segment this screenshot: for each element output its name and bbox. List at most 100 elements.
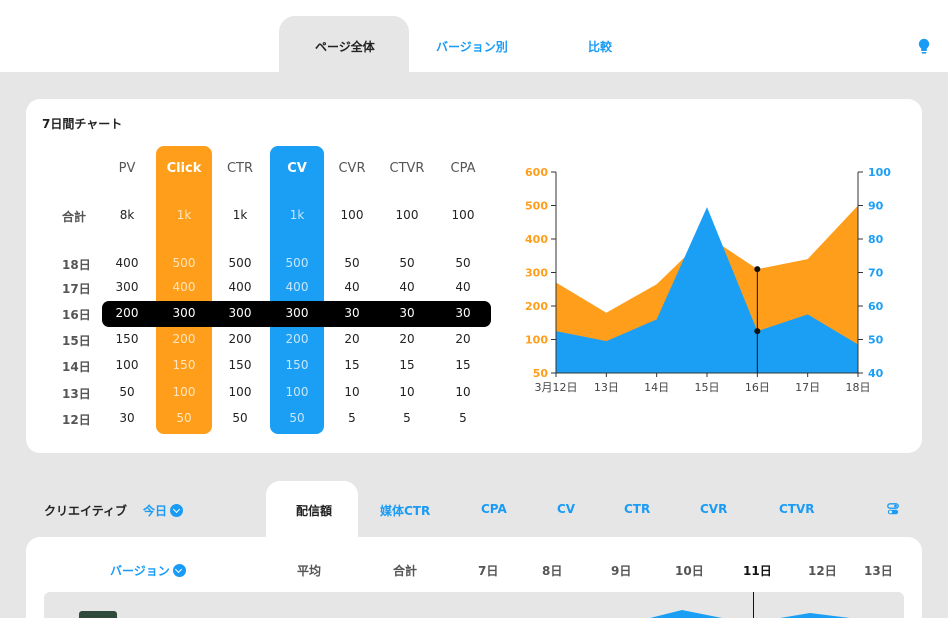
lightbulb-icon[interactable]	[918, 38, 930, 58]
area-chart: 50 100 200 300 400 500 600 40 50 60 70 80 90 100 3月12日…	[525, 166, 891, 394]
table-cell: 40	[455, 280, 471, 294]
row-day-label: 15日	[62, 334, 91, 348]
table-cell: 10	[399, 385, 415, 399]
column-header[interactable]: CPA	[433, 161, 493, 176]
header-day[interactable]: 12日	[808, 562, 837, 579]
total-cell: 1k	[176, 208, 192, 222]
header-day[interactable]: 10日	[675, 562, 704, 579]
row-day-label: 16日	[62, 308, 91, 322]
left-tick-label: 200	[525, 300, 548, 313]
column-header[interactable]: CTVR	[377, 161, 437, 176]
table-cell: 150	[228, 358, 252, 372]
tab-by-version[interactable]: バージョン別	[436, 38, 508, 55]
table-cell: 50	[232, 411, 248, 425]
table-cell: 300	[228, 306, 252, 320]
column-header[interactable]: CTR	[210, 161, 270, 176]
table-cell: 5	[348, 411, 356, 425]
table-cell: 150	[172, 358, 196, 372]
header-day[interactable]: 13日	[864, 562, 893, 579]
column-header[interactable]: Click	[154, 161, 214, 176]
table-cell: 300	[285, 306, 309, 320]
right-tick-label: 100	[868, 166, 891, 179]
table-cell: 30	[344, 306, 360, 320]
version-dropdown[interactable]: バージョン	[110, 562, 186, 579]
table-cell: 300	[115, 280, 139, 294]
table-cell: 15	[344, 358, 360, 372]
table-cell: 50	[176, 411, 192, 425]
selected-point-orange	[754, 266, 761, 273]
table-cell: 150	[115, 332, 139, 346]
x-tick-label: 16日	[745, 381, 770, 394]
table-cell: 400	[228, 280, 252, 294]
row-day-label: 14日	[62, 360, 91, 374]
right-tick-label: 90	[868, 200, 884, 213]
left-tick-label: 500	[525, 200, 548, 213]
x-tick-label: 14日	[644, 381, 669, 394]
tab-cvr[interactable]: CVR	[700, 502, 727, 516]
table-cell: 400	[115, 256, 139, 270]
period-dropdown[interactable]: 今日	[143, 502, 184, 519]
table-cell: 500	[285, 256, 309, 270]
header-day-selected[interactable]: 11日	[743, 562, 772, 579]
left-tick-label: 400	[525, 233, 548, 246]
header-average[interactable]: 平均	[297, 562, 321, 579]
right-tick-label: 40	[868, 367, 884, 380]
toggle-settings-icon[interactable]	[887, 503, 899, 515]
table-cell: 150	[285, 358, 309, 372]
tab-cv[interactable]: CV	[557, 502, 575, 516]
total-cell: 1k	[232, 208, 248, 222]
total-cell: 100	[451, 208, 475, 222]
table-cell: 40	[344, 280, 360, 294]
column-header[interactable]: CVR	[322, 161, 382, 176]
tab-ctr[interactable]: CTR	[624, 502, 650, 516]
tab-page-overall[interactable]: ページ全体	[315, 38, 375, 55]
table-cell: 15	[399, 358, 415, 372]
x-tick-label: 3月12日	[535, 381, 578, 394]
table-cell: 500	[228, 256, 252, 270]
table-cell: 50	[455, 256, 471, 270]
tab-compare[interactable]: 比較	[588, 38, 612, 55]
header-total[interactable]: 合計	[393, 562, 417, 579]
table-cell: 5	[403, 411, 411, 425]
tab-cpa[interactable]: CPA	[481, 502, 507, 516]
table-cell: 200	[172, 332, 196, 346]
total-cell: 8k	[119, 208, 135, 222]
period-label: 今日	[143, 504, 168, 518]
row-sparkline	[650, 610, 850, 618]
version-label: バージョン	[110, 564, 170, 578]
right-tick-label: 80	[868, 233, 884, 246]
header-day[interactable]: 8日	[542, 562, 562, 579]
right-tick-label: 70	[868, 267, 884, 280]
table-cell: 100	[172, 385, 196, 399]
total-cell: 100	[395, 208, 419, 222]
header-day[interactable]: 7日	[478, 562, 498, 579]
table-cell: 15	[455, 358, 471, 372]
table-cell: 30	[119, 411, 135, 425]
row-day-label: 18日	[62, 258, 91, 272]
selected-point-blue	[754, 328, 761, 335]
total-cell: 100	[340, 208, 364, 222]
tab-ctvr[interactable]: CTVR	[779, 502, 815, 516]
table-cell: 20	[344, 332, 360, 346]
chevron-down-icon	[170, 504, 184, 517]
tab-media-ctr[interactable]: 媒体CTR	[380, 502, 430, 519]
column-header[interactable]: CV	[267, 161, 327, 176]
creative-thumbnail	[79, 611, 117, 618]
left-tick-label: 50	[533, 367, 549, 380]
table-cell: 300	[172, 306, 196, 320]
table-cell: 30	[399, 306, 415, 320]
table-cell: 50	[119, 385, 135, 399]
total-label: 合計	[62, 210, 87, 224]
selected-day-line	[753, 592, 754, 618]
header-day[interactable]: 9日	[611, 562, 631, 579]
table-cell: 400	[172, 280, 196, 294]
card-title: 7日間チャート	[42, 117, 123, 131]
column-header[interactable]: PV	[97, 161, 157, 176]
table-cell: 50	[289, 411, 305, 425]
tab-delivery-amount[interactable]: 配信額	[296, 502, 332, 519]
left-tick-label: 100	[525, 334, 548, 347]
table-cell: 100	[228, 385, 252, 399]
total-cell: 1k	[289, 208, 305, 222]
table-cell: 200	[115, 306, 139, 320]
table-cell: 10	[344, 385, 360, 399]
